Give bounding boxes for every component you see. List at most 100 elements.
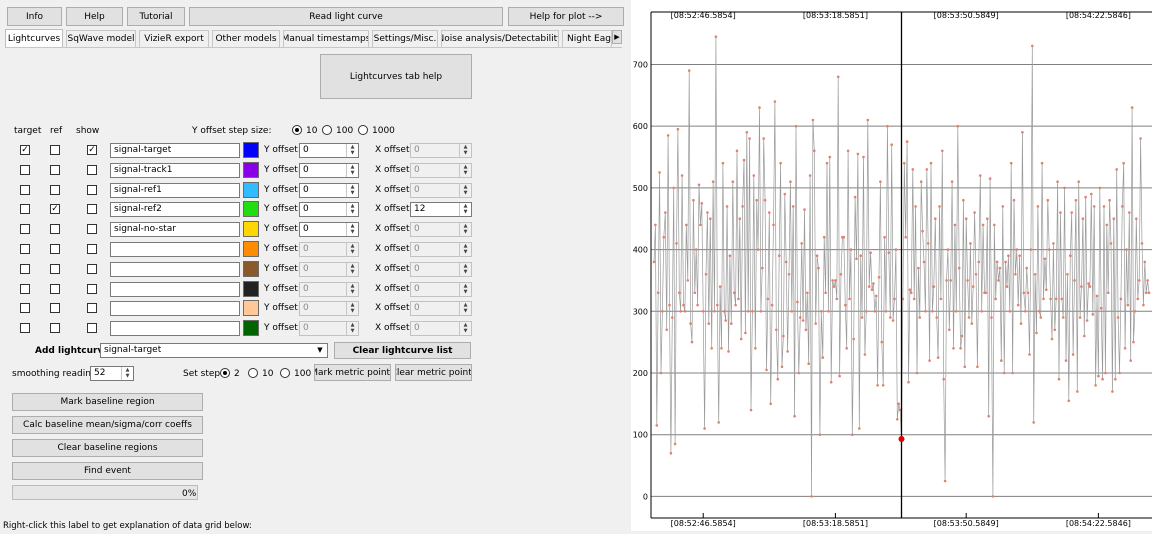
lightcurve-name-field[interactable]: signal-no-star [110,222,240,237]
tab-manual-timestamps[interactable]: Manual timestamps [283,30,369,47]
y-step-radio-10[interactable] [292,125,302,135]
color-swatch[interactable] [243,221,259,237]
lightcurve-name-field[interactable]: signal-target [110,143,240,158]
spin-arrows-icon[interactable]: ▲ ▼ [346,322,358,335]
spin-arrows-icon[interactable]: ▲ ▼ [121,367,133,380]
show-checkbox[interactable]: ✓ [87,145,97,155]
x-offset-spinbox[interactable]: 0 ▲ ▼ [410,163,472,178]
target-checkbox[interactable] [20,323,30,333]
lightcurve-name-field[interactable]: signal-ref1 [110,183,240,198]
calc-baseline-button[interactable]: Calc baseline mean/sigma/corr coeffs [12,416,203,434]
spin-arrows-icon[interactable]: ▲ ▼ [346,283,358,296]
set-step-radio-100[interactable] [280,368,290,378]
tutorial-button[interactable]: Tutorial [127,7,185,26]
spin-arrows-icon[interactable]: ▲ ▼ [346,203,358,216]
add-lightcurve-select[interactable]: signal-target ▼ [100,343,328,358]
x-offset-spinbox[interactable]: 0 ▲ ▼ [410,262,472,277]
tab-other-models[interactable]: Other models [212,30,280,47]
x-offset-spinbox[interactable]: 0 ▲ ▼ [410,222,472,237]
show-checkbox[interactable] [87,303,97,313]
target-checkbox[interactable] [20,284,30,294]
spin-arrows-icon[interactable]: ▲ ▼ [459,223,471,236]
y-offset-spinbox[interactable]: 0 ▲ ▼ [299,163,359,178]
help-for-plot-button[interactable]: Help for plot --> [508,7,624,26]
color-swatch[interactable] [243,320,259,336]
spin-arrows-icon[interactable]: ▲ ▼ [346,243,358,256]
lightcurve-name-field[interactable] [110,321,240,336]
spin-arrows-icon[interactable]: ▲ ▼ [459,184,471,197]
spin-arrows-icon[interactable]: ▲ ▼ [459,144,471,157]
y-offset-spinbox[interactable]: 0 ▲ ▼ [299,282,359,297]
ref-checkbox[interactable] [50,284,60,294]
show-checkbox[interactable] [87,204,97,214]
x-offset-spinbox[interactable]: 0 ▲ ▼ [410,321,472,336]
tab-noise-analysis[interactable]: Noise analysis/Detectability [441,30,559,47]
spin-arrows-icon[interactable]: ▲ ▼ [346,263,358,276]
ref-checkbox[interactable]: ✓ [50,204,60,214]
clear-lightcurve-list-button[interactable]: Clear lightcurve list [334,342,471,359]
spin-arrows-icon[interactable]: ▲ ▼ [459,203,471,216]
spin-arrows-icon[interactable]: ▲ ▼ [459,322,471,335]
lightcurve-name-field[interactable]: signal-track1 [110,163,240,178]
find-event-button[interactable]: Find event [12,462,203,480]
y-step-radio-1000[interactable] [358,125,368,135]
x-offset-spinbox[interactable]: 12 ▲ ▼ [410,202,472,217]
y-offset-spinbox[interactable]: 0 ▲ ▼ [299,143,359,158]
spin-arrows-icon[interactable]: ▲ ▼ [459,263,471,276]
target-checkbox[interactable] [20,185,30,195]
help-button[interactable]: Help [66,7,123,26]
y-offset-spinbox[interactable]: 0 ▲ ▼ [299,301,359,316]
color-swatch[interactable] [243,201,259,217]
x-offset-spinbox[interactable]: 0 ▲ ▼ [410,183,472,198]
data-grid-help-label[interactable]: Right-click this label to get explanatio… [3,521,252,531]
show-checkbox[interactable] [87,323,97,333]
target-checkbox[interactable] [20,264,30,274]
y-offset-spinbox[interactable]: 0 ▲ ▼ [299,262,359,277]
read-light-curve-button[interactable]: Read light curve [189,7,503,26]
spin-arrows-icon[interactable]: ▲ ▼ [346,184,358,197]
color-swatch[interactable] [243,300,259,316]
smoothing-readings-spinbox[interactable]: 52 ▲ ▼ [90,366,134,381]
target-checkbox[interactable] [20,303,30,313]
y-step-radio-100[interactable] [322,125,332,135]
y-offset-spinbox[interactable]: 0 ▲ ▼ [299,183,359,198]
ref-checkbox[interactable] [50,185,60,195]
color-swatch[interactable] [243,182,259,198]
spin-arrows-icon[interactable]: ▲ ▼ [346,223,358,236]
info-button[interactable]: Info [7,7,62,26]
x-offset-spinbox[interactable]: 0 ▲ ▼ [410,242,472,257]
color-swatch[interactable] [243,281,259,297]
ref-checkbox[interactable] [50,224,60,234]
target-checkbox[interactable] [20,204,30,214]
clear-metric-points-button[interactable]: Clear metric points [395,364,472,381]
ref-checkbox[interactable] [50,303,60,313]
color-swatch[interactable] [243,142,259,158]
x-offset-spinbox[interactable]: 0 ▲ ▼ [410,282,472,297]
color-swatch[interactable] [243,261,259,277]
x-offset-spinbox[interactable]: 0 ▲ ▼ [410,143,472,158]
tab-sqwave-model[interactable]: SqWave model [66,30,136,47]
tab-settings-misc[interactable]: Settings/Misc. [372,30,438,47]
show-checkbox[interactable] [87,244,97,254]
tab-vizier-export[interactable]: VizieR export [139,30,209,47]
color-swatch[interactable] [243,241,259,257]
lightcurve-name-field[interactable] [110,262,240,277]
spin-arrows-icon[interactable]: ▲ ▼ [459,302,471,315]
lightcurve-name-field[interactable] [110,301,240,316]
tab-night-eagle[interactable]: Night Eagl [562,30,612,47]
ref-checkbox[interactable] [50,145,60,155]
target-checkbox[interactable] [20,165,30,175]
color-swatch[interactable] [243,162,259,178]
target-checkbox[interactable] [20,224,30,234]
y-offset-spinbox[interactable]: 0 ▲ ▼ [299,242,359,257]
spin-arrows-icon[interactable]: ▲ ▼ [346,144,358,157]
show-checkbox[interactable] [87,165,97,175]
target-checkbox[interactable]: ✓ [20,145,30,155]
show-checkbox[interactable] [87,264,97,274]
lightcurve-name-field[interactable] [110,282,240,297]
lightcurve-plot[interactable]: 0 100 200 300 400 500 600 700 [08:52:46.5854] [08… [631,0,1152,531]
show-checkbox[interactable] [87,224,97,234]
ref-checkbox[interactable] [50,264,60,274]
spin-arrows-icon[interactable]: ▲ ▼ [459,243,471,256]
show-checkbox[interactable] [87,185,97,195]
